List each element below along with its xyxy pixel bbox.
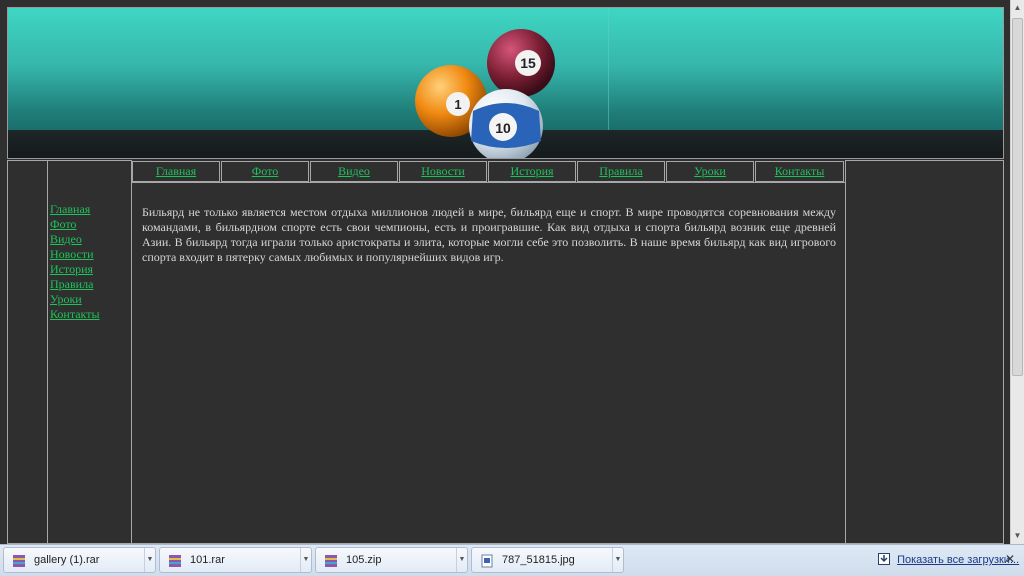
nav-tab-home: Главная [132, 161, 220, 182]
nav-link-contacts[interactable]: Контакты [775, 164, 825, 178]
sidebar-link-photo[interactable]: Фото [50, 217, 76, 231]
scroll-up-arrow-icon[interactable]: ▲ [1011, 0, 1024, 16]
show-all-downloads[interactable]: Показать все загрузки... [878, 553, 1019, 566]
nav-tab-contacts: Контакты [755, 161, 844, 182]
archive-icon [13, 555, 25, 567]
ball-10-label: 10 [495, 120, 511, 136]
scrollbar-thumb[interactable] [1012, 18, 1023, 376]
nav-tab-rules: Правила [577, 161, 665, 182]
nav-tab-news: Новости [399, 161, 487, 182]
download-item[interactable]: gallery (1).rar ▼ [3, 547, 156, 573]
right-column [845, 160, 1004, 544]
nav-link-home[interactable]: Главная [156, 164, 196, 178]
nav-link-lessons[interactable]: Уроки [694, 164, 726, 178]
close-icon[interactable]: ✕ [1005, 552, 1015, 566]
sidebar-link-contacts[interactable]: Контакты [50, 307, 100, 321]
sidebar-link-history[interactable]: История [50, 262, 93, 276]
download-filename: 101.rar [190, 554, 225, 566]
sidebar-link-lessons[interactable]: Уроки [50, 292, 82, 306]
billiard-balls-image: 15 1 10 [415, 29, 555, 158]
download-icon [878, 553, 890, 565]
sidebar-link-news[interactable]: Новости [50, 247, 94, 261]
download-menu-arrow-icon[interactable]: ▼ [612, 548, 623, 572]
sidebar-link-rules[interactable]: Правила [50, 277, 93, 291]
page: 15 1 10 Главная Фото Видео Новости Истор… [0, 0, 1010, 544]
nav-tab-lessons: Уроки [666, 161, 754, 182]
nav-link-history[interactable]: История [510, 164, 553, 178]
sidebar-link-video[interactable]: Видео [50, 232, 82, 246]
download-menu-arrow-icon[interactable]: ▼ [144, 548, 155, 572]
ball-15-label: 15 [520, 55, 536, 71]
show-all-downloads-link[interactable]: Показать все загрузки... [897, 554, 1019, 566]
download-menu-arrow-icon[interactable]: ▼ [300, 548, 311, 572]
archive-icon [169, 555, 181, 567]
nav-link-rules[interactable]: Правила [599, 164, 642, 178]
vertical-scrollbar[interactable]: ▲ ▼ [1010, 0, 1024, 544]
header-banner: 15 1 10 [7, 7, 1004, 159]
sidebar-link-home[interactable]: Главная [50, 202, 90, 216]
nav-link-photo[interactable]: Фото [252, 164, 278, 178]
archive-icon [325, 555, 337, 567]
downloads-bar: gallery (1).rar ▼ 101.rar ▼ 105.zip ▼ 78… [0, 544, 1024, 576]
top-navigation: Главная Фото Видео Новости История Прави… [131, 160, 846, 183]
nav-link-news[interactable]: Новости [421, 164, 465, 178]
scroll-down-arrow-icon[interactable]: ▼ [1011, 528, 1024, 544]
download-item[interactable]: 105.zip ▼ [315, 547, 468, 573]
nav-tab-photo: Фото [221, 161, 309, 182]
nav-link-video[interactable]: Видео [338, 164, 370, 178]
ball-1-label: 1 [454, 97, 461, 112]
download-filename: gallery (1).rar [34, 554, 100, 566]
sidebar-menu: Главная Фото Видео Новости История Прави… [47, 160, 132, 544]
download-menu-arrow-icon[interactable]: ▼ [456, 548, 467, 572]
download-filename: 787_51815.jpg [502, 554, 575, 566]
nav-tab-history: История [488, 161, 576, 182]
main-content: Бильярд не только является местом отдыха… [131, 182, 846, 544]
nav-tab-video: Видео [310, 161, 398, 182]
download-item[interactable]: 787_51815.jpg ▼ [471, 547, 624, 573]
left-spacer-column [7, 160, 48, 544]
download-item[interactable]: 101.rar ▼ [159, 547, 312, 573]
image-file-icon [481, 554, 493, 568]
content-paragraph: Бильярд не только является местом отдыха… [142, 205, 836, 264]
download-filename: 105.zip [346, 554, 382, 566]
